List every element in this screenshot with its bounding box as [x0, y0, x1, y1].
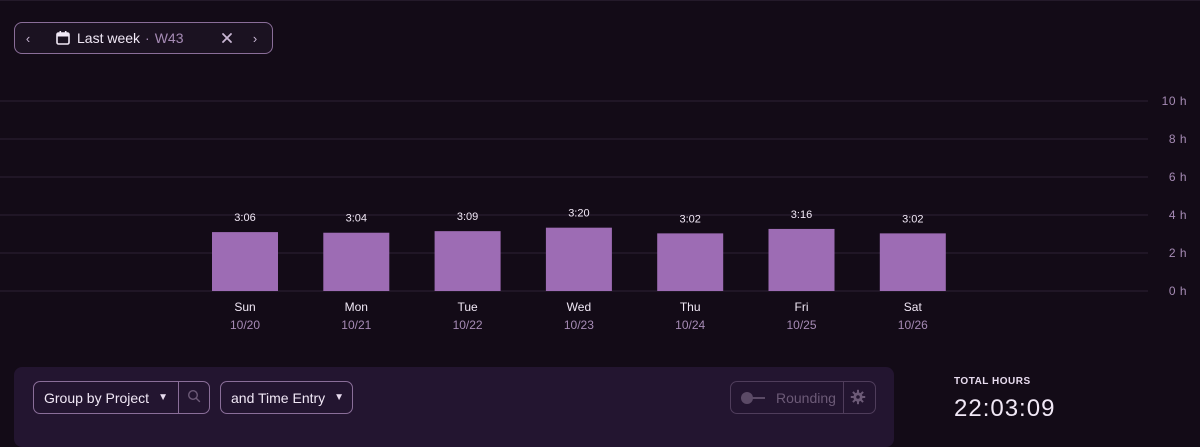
group-by-label: Group by Project: [44, 389, 150, 406]
chevron-left-icon[interactable]: ‹: [15, 31, 41, 46]
period-separator: ·: [145, 30, 150, 46]
bar: [212, 232, 278, 291]
x-tick-label: Thu: [680, 300, 701, 314]
x-tick-label: Wed: [567, 300, 591, 314]
close-icon[interactable]: [216, 32, 238, 44]
week-number: W43: [154, 30, 184, 46]
bar-value-label: 3:06: [234, 212, 255, 224]
x-tick-label: Mon: [345, 300, 368, 314]
x-tick-label: Sat: [904, 300, 923, 314]
bar: [434, 231, 501, 291]
chevron-down-icon: ▼: [334, 392, 345, 403]
x-date-label: 10/26: [898, 318, 928, 332]
bar: [879, 233, 946, 291]
y-tick-label: 6 h: [1169, 170, 1187, 184]
bar-value-label: 3:20: [568, 208, 589, 220]
bar-value-label: 3:16: [791, 209, 812, 221]
chevron-right-icon[interactable]: ›: [238, 31, 272, 46]
x-date-label: 10/25: [786, 318, 816, 332]
rounding-toggle[interactable]: [741, 391, 765, 404]
calendar-icon[interactable]: [55, 30, 71, 46]
daily-hours-bar-chart: 0 h 2 h 4 h 6 h 8 h 10 h 3:06 Sun 10/20 3:04 Mon 10…: [0, 94, 1187, 332]
rounding-control[interactable]: Rounding: [730, 381, 876, 414]
period-selector: ‹ Last week · W43 ›: [14, 22, 273, 54]
bar: [768, 228, 835, 291]
bar: [545, 227, 612, 291]
x-tick-label: Fri: [795, 300, 809, 314]
y-tick-label: 8 h: [1169, 132, 1187, 146]
y-tick-label: 2 h: [1169, 246, 1187, 260]
report-controls-panel: Group by Project ▼ and Time Entry ▼ Roun…: [14, 367, 894, 447]
bar: [657, 233, 724, 291]
x-date-label: 10/24: [675, 318, 705, 332]
search-icon[interactable]: [184, 389, 204, 407]
bar: [323, 232, 390, 291]
x-date-label: 10/21: [341, 318, 371, 332]
sub-group-label: and Time Entry: [231, 389, 326, 406]
group-by-dropdown[interactable]: Group by Project ▼: [33, 381, 210, 414]
y-tick-label: 4 h: [1169, 208, 1187, 222]
bar-value-label: 3:02: [902, 213, 923, 225]
chevron-down-icon: ▼: [158, 392, 168, 403]
gear-icon[interactable]: [849, 389, 867, 407]
rounding-label: Rounding: [776, 389, 836, 406]
top-divider: [0, 0, 1200, 1]
x-date-label: 10/20: [230, 318, 260, 332]
rounding-divider: [843, 382, 844, 413]
period-label[interactable]: Last week: [77, 30, 140, 46]
x-date-label: 10/22: [453, 318, 483, 332]
dropdown-divider: [178, 382, 179, 413]
total-hours-value: 22:03:09: [954, 395, 1056, 422]
y-tick-label: 0 h: [1169, 284, 1187, 298]
bar-value-label: 3:02: [679, 213, 700, 225]
bar-value-label: 3:09: [457, 211, 478, 223]
x-tick-label: Sun: [234, 300, 255, 314]
y-tick-label: 10 h: [1162, 94, 1187, 108]
bar-value-label: 3:04: [346, 213, 367, 225]
total-hours-label: TOTAL HOURS: [954, 376, 1031, 387]
x-date-label: 10/23: [564, 318, 594, 332]
sub-group-dropdown[interactable]: and Time Entry ▼: [220, 381, 353, 414]
x-tick-label: Tue: [457, 300, 478, 314]
